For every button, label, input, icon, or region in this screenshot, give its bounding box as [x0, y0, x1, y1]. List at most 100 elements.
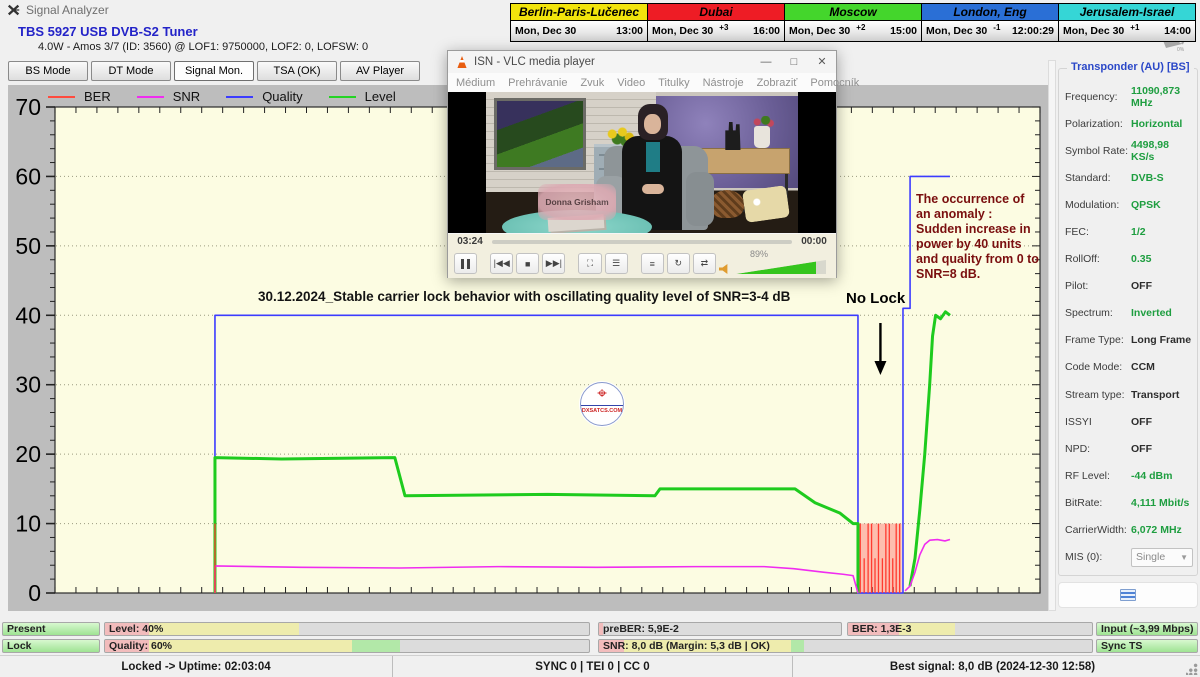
clock-city: London, Eng: [922, 4, 1058, 21]
meter-label: Input (~3,99 Mbps): [1101, 623, 1193, 636]
clock-time-row: Mon, Dec 3013:00: [511, 21, 647, 41]
transponder-groupbox: Transponder (AU) [BS] Frequency:11090,87…: [1058, 68, 1198, 576]
vlc-video-area[interactable]: Donna Grisham: [448, 92, 836, 233]
vlc-menu-zobrazi[interactable]: Zobraziť: [757, 77, 798, 89]
sidebar-scrollbar[interactable]: [1048, 60, 1056, 611]
meter-label: Sync TS: [1101, 640, 1142, 653]
tab-dt-mode[interactable]: DT Mode: [91, 61, 171, 81]
anomaly-annotation: The occurrence of an anomaly : Sudden in…: [916, 192, 1040, 282]
meter-segment: [352, 640, 400, 652]
seek-bar[interactable]: [492, 240, 792, 244]
tab-signal-mon-[interactable]: Signal Mon.: [174, 61, 254, 81]
svg-text:60: 60: [15, 163, 41, 189]
wall-picture: [494, 98, 586, 170]
tab-av-player[interactable]: AV Player: [340, 61, 420, 81]
present-indicator: Present: [2, 622, 100, 636]
transponder-row: Standard:DVB-S: [1065, 164, 1195, 191]
transponder-row: Polarization:Horizontal: [1065, 110, 1195, 137]
clock-moscow: MoscowMon, Dec 30+215:00: [784, 3, 922, 42]
status-bar: Locked -> Uptime: 02:03:04 SYNC 0 | TEI …: [0, 655, 1200, 677]
svg-text:70: 70: [15, 94, 41, 120]
meter-label: Level: 40%: [109, 623, 163, 636]
volume-slider[interactable]: [736, 260, 826, 274]
preber-meter: preBER: 5,9E-2: [598, 622, 842, 636]
vlc-maximize-button[interactable]: □: [780, 51, 808, 73]
vlc-menu-video[interactable]: Video: [617, 77, 645, 89]
vlc-menu-mdium[interactable]: Médium: [456, 77, 495, 89]
tab-tsa-ok-[interactable]: TSA (OK): [257, 61, 337, 81]
level-meter: Level: 40%: [104, 622, 590, 636]
stop-button[interactable]: ■: [516, 253, 539, 274]
vlc-menu-prehrvanie[interactable]: Prehrávanie: [508, 77, 567, 89]
pause-button[interactable]: [454, 253, 477, 274]
uptime-status: Locked -> Uptime: 02:03:04: [0, 656, 392, 677]
equalizer-button[interactable]: ☰: [605, 253, 628, 274]
clock-city: Moscow: [785, 4, 921, 21]
transponder-title: Transponder (AU) [BS]: [1067, 61, 1194, 73]
vlc-menu-titulky[interactable]: Titulky: [658, 77, 689, 89]
quality-meter: Quality: 60%: [104, 639, 590, 653]
clock-city: Jerusalem-Israel: [1059, 4, 1195, 21]
studio-scene: Donna Grisham: [486, 92, 798, 233]
elapsed-time: 03:24: [448, 236, 492, 247]
clock-city: Dubai: [648, 4, 784, 21]
caption-nametag: Donna Grisham: [538, 184, 616, 220]
transponder-row: CarrierWidth:6,072 MHz: [1065, 517, 1195, 544]
playlist-button[interactable]: ≡: [641, 253, 664, 274]
svg-text:20: 20: [15, 441, 41, 467]
transponder-row: NPD:OFF: [1065, 435, 1195, 462]
transponder-row: Spectrum:Inverted: [1065, 300, 1195, 327]
fullscreen-button[interactable]: ⛶: [578, 253, 601, 274]
vlc-window-title: ISN - VLC media player: [474, 56, 595, 68]
resize-grip[interactable]: [1186, 663, 1198, 675]
speaker-icon[interactable]: [719, 264, 731, 274]
presenter-face: [644, 114, 661, 134]
stream-properties-button[interactable]: [1058, 582, 1198, 608]
tab-bs-mode[interactable]: BS Mode: [8, 61, 88, 81]
vlc-cone-icon: [456, 56, 468, 68]
vlc-menu-zvuk[interactable]: Zvuk: [580, 77, 604, 89]
transponder-row: ISSYIOFF: [1065, 408, 1195, 435]
shuffle-button[interactable]: ⇄: [693, 253, 716, 274]
vlc-seek-row: 03:24 00:00: [448, 234, 836, 249]
meter-label: Present: [7, 623, 46, 636]
clock-time-row: Mon, Dec 30+316:00: [648, 21, 784, 41]
presenter-hands: [642, 184, 664, 194]
loop-button[interactable]: ↻: [667, 253, 690, 274]
transponder-row: Frame Type:Long Frame: [1065, 327, 1195, 354]
snr-meter: SNR: 8,0 dB (Margin: 5,3 dB | OK): [598, 639, 1093, 653]
no-lock-annotation: No Lock: [846, 290, 905, 307]
antenna-icon: ⌖: [581, 383, 623, 405]
app-icon: [7, 3, 21, 17]
mis-row: MIS (0):Single▼: [1065, 544, 1195, 571]
vlc-minimize-button[interactable]: —: [752, 51, 780, 73]
svg-text:50: 50: [15, 233, 41, 259]
ber-meter: BER: 1,3E-3: [847, 622, 1093, 636]
svg-text:40: 40: [15, 302, 41, 328]
basket: [710, 190, 744, 218]
previous-button[interactable]: |◀◀: [490, 253, 513, 274]
svg-text:0: 0: [28, 580, 41, 606]
vlc-window: ISN - VLC media player — □ ✕ Médium Prehr…: [447, 50, 837, 278]
transponder-panel: Transponder (AU) [BS] Frequency:11090,87…: [1056, 60, 1200, 611]
window-title: Signal Analyzer: [26, 3, 109, 17]
clock-london-eng: London, EngMon, Dec 30-112:00:29: [921, 3, 1059, 42]
pillow: [742, 185, 790, 223]
tuner-details: 4.0W - Amos 3/7 (ID: 3560) @ LOF1: 97500…: [38, 41, 368, 53]
meter-segment: [149, 623, 299, 635]
next-button[interactable]: ▶▶|: [542, 253, 565, 274]
vlc-close-button[interactable]: ✕: [808, 51, 836, 73]
transponder-row: Pilot:OFF: [1065, 273, 1195, 300]
world-clocks: Berlin-Paris-LučenecMon, Dec 3013:00Duba…: [510, 3, 1195, 42]
transponder-row: Frequency:11090,873 MHz: [1065, 83, 1195, 110]
tuner-name: TBS 5927 USB DVB-S2 Tuner: [18, 24, 198, 39]
chart-annotation-title: 30.12.2024_Stable carrier lock behavior …: [258, 289, 790, 304]
vlc-menu-nstroje[interactable]: Nástroje: [703, 77, 744, 89]
transponder-row: RollOff:0.35: [1065, 246, 1195, 273]
meter-label: Lock: [7, 640, 32, 653]
mis-select[interactable]: Single▼: [1131, 548, 1193, 567]
vlc-title-bar[interactable]: ISN - VLC media player — □ ✕: [448, 51, 836, 73]
vlc-menu-pomocnk[interactable]: Pomocník: [810, 77, 859, 89]
vlc-controls: |◀◀ ■ ▶▶| ⛶ ☰ ≡ ↻ ⇄ 89%: [448, 249, 836, 278]
transponder-row: BitRate:4,111 Mbit/s: [1065, 489, 1195, 516]
